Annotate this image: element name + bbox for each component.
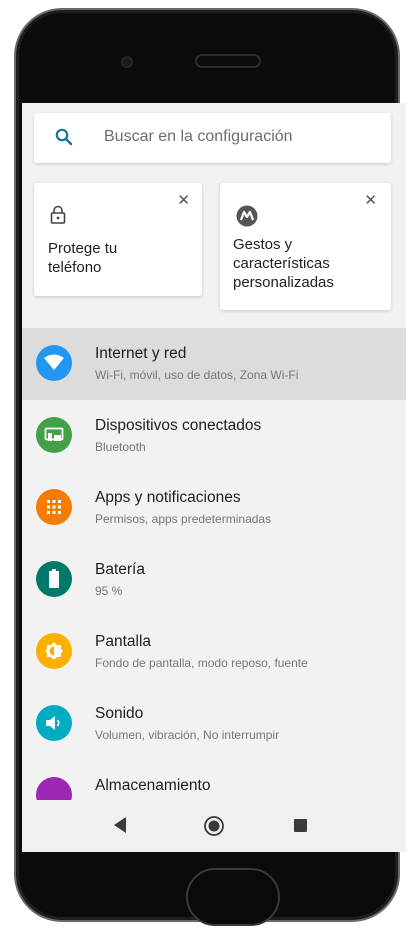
settings-item-battery[interactable]: Batería 95 % (22, 544, 406, 616)
settings-item-subtitle: Fondo de pantalla, modo reposo, fuente (95, 656, 308, 670)
settings-item-sound[interactable]: Sonido Volumen, vibración, No interrumpi… (22, 688, 406, 760)
settings-item-display[interactable]: Pantalla Fondo de pantalla, modo reposo,… (22, 616, 406, 688)
apps-icon (36, 489, 72, 525)
search-placeholder: Buscar en la configuración (104, 128, 293, 145)
navigation-bar (22, 800, 406, 852)
settings-item-subtitle: Wi-Fi, móvil, uso de datos, Zona Wi-Fi (95, 368, 299, 382)
home-icon[interactable] (203, 815, 225, 837)
earpiece-speaker (195, 54, 261, 68)
settings-screen: Buscar en la configuración ✕ Protege tu … (22, 103, 406, 852)
settings-item-network[interactable]: Internet y red Wi-Fi, móvil, uso de dato… (22, 328, 406, 400)
settings-item-subtitle: Bluetooth (95, 440, 146, 454)
suggestion-label: Protege tu teléfono (48, 240, 118, 276)
settings-item-title: Pantalla (95, 633, 152, 650)
close-icon[interactable]: ✕ (364, 193, 377, 208)
wifi-icon (36, 345, 72, 381)
suggestion-card-security[interactable]: ✕ Protege tu teléfono (34, 183, 202, 296)
settings-item-title: Dispositivos conectados (95, 417, 262, 434)
settings-item-title: Internet y red (95, 345, 187, 362)
settings-item-title: Sonido (95, 705, 144, 722)
hardware-home-button[interactable] (186, 868, 280, 926)
close-icon[interactable]: ✕ (177, 193, 190, 208)
settings-item-subtitle: Volumen, vibración, No interrumpir (95, 728, 280, 742)
battery-icon (36, 561, 72, 597)
settings-item-devices[interactable]: Dispositivos conectados Bluetooth (22, 400, 406, 472)
settings-list: Internet y red Wi-Fi, móvil, uso de dato… (22, 328, 406, 832)
motorola-logo-icon (236, 205, 258, 227)
settings-item-subtitle: 95 % (95, 584, 123, 598)
settings-item-apps[interactable]: Apps y notificaciones Permisos, apps pre… (22, 472, 406, 544)
sound-icon (36, 705, 72, 741)
settings-item-title: Apps y notificaciones (95, 489, 241, 506)
search-icon (55, 128, 73, 146)
front-camera (121, 56, 133, 68)
lock-icon (50, 205, 66, 224)
settings-item-title: Almacenamiento (95, 777, 211, 794)
recents-icon[interactable] (294, 819, 307, 832)
suggestion-label: Gestos y características personalizadas (233, 236, 334, 291)
settings-item-subtitle: Permisos, apps predeterminadas (95, 512, 272, 526)
back-icon[interactable] (112, 816, 128, 834)
suggestion-card-gestures[interactable]: ✕ Gestos y características personalizada… (220, 183, 391, 310)
settings-item-title: Batería (95, 561, 145, 578)
devices-icon (36, 417, 72, 453)
display-icon (36, 633, 72, 669)
search-bar[interactable]: Buscar en la configuración (34, 113, 391, 163)
